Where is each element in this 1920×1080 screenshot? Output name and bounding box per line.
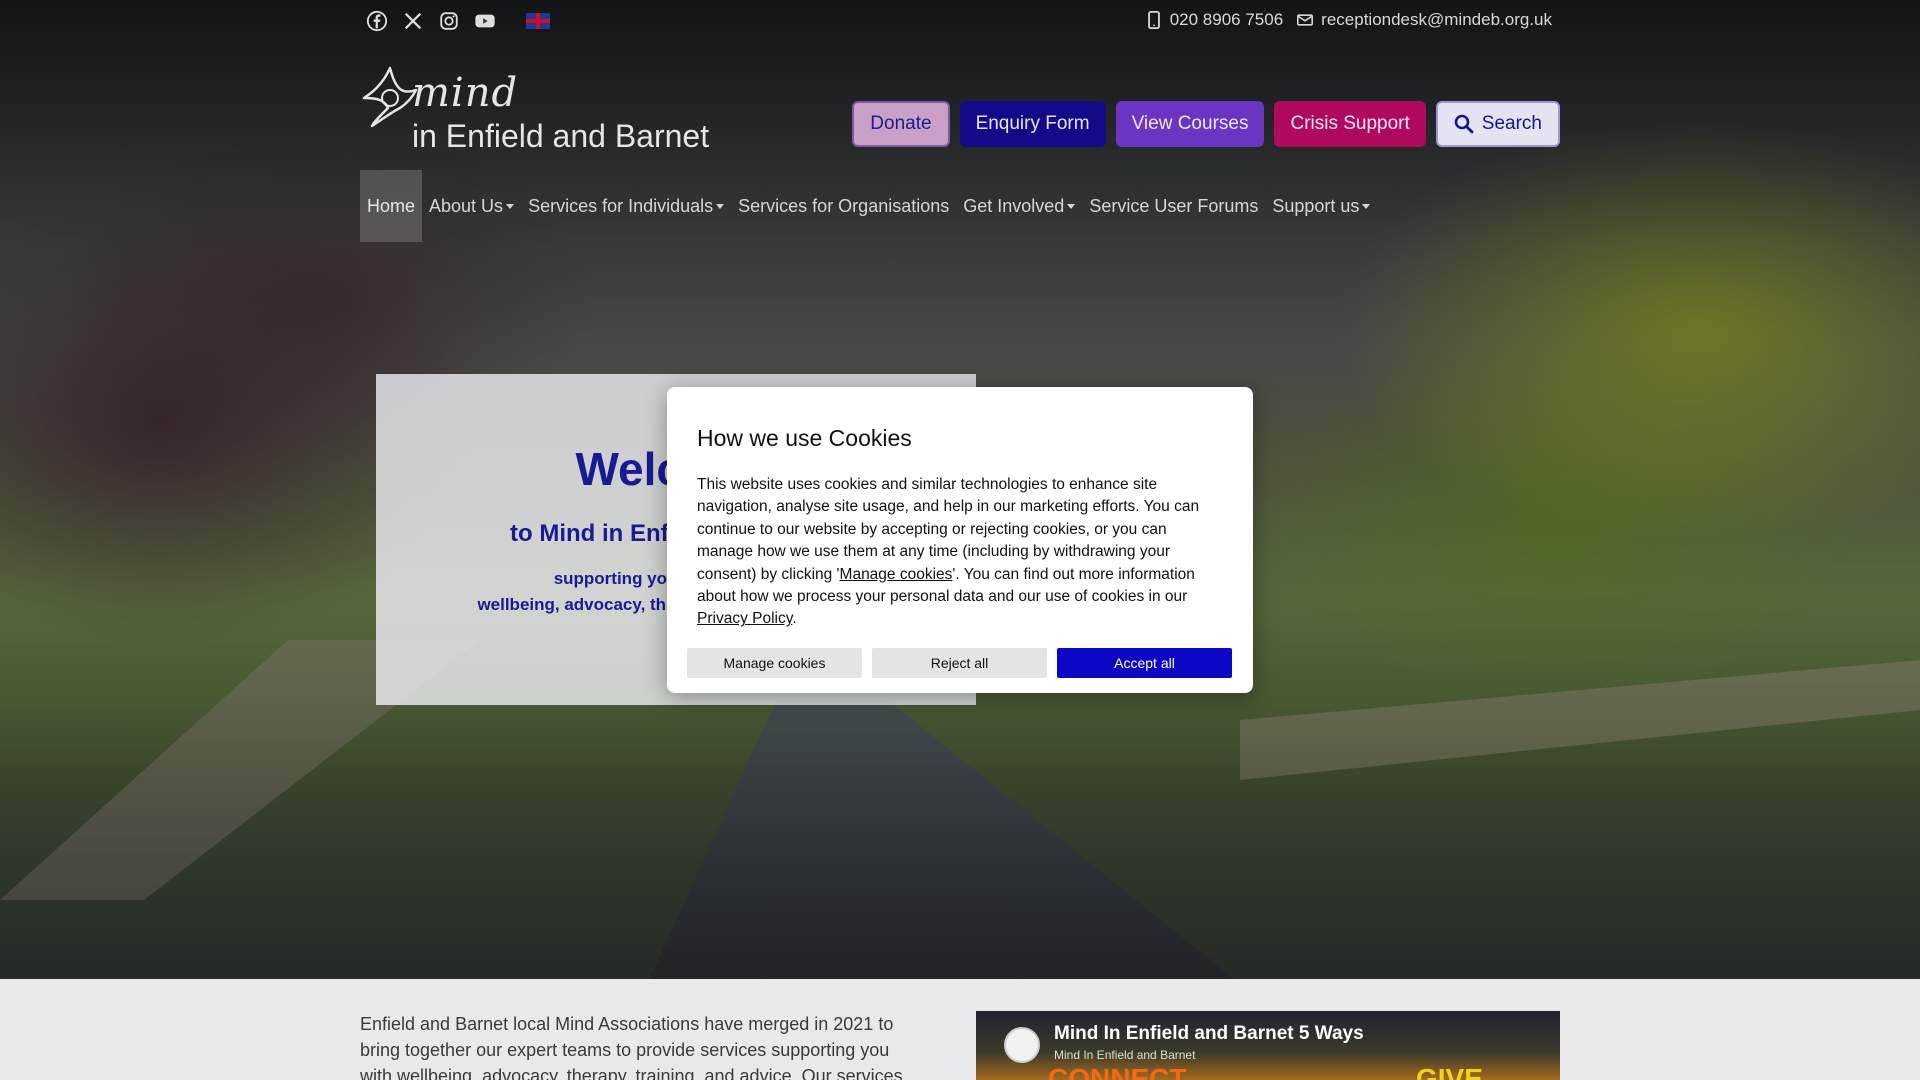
instagram-icon[interactable] [438, 10, 460, 32]
caret-down-icon [1067, 203, 1076, 209]
nav-forums-label: Service User Forums [1089, 195, 1259, 216]
youtube-icon[interactable] [474, 10, 496, 32]
main-nav: Home About Us Services for Individuals S… [360, 170, 1377, 242]
nav-organisations-label: Services for Organisations [738, 195, 950, 216]
reject-all-button[interactable]: Reject all [872, 648, 1047, 678]
donate-button-label: Donate [870, 113, 932, 134]
contact-info: 020 8906 7506 receptiondesk@mindeb.org.u… [1146, 10, 1552, 30]
nav-item-home[interactable]: Home [360, 170, 423, 242]
video-thumbnail-word-2: GIVE [1416, 1063, 1483, 1080]
uk-flag-icon[interactable] [526, 13, 550, 29]
nav-item-services-individuals[interactable]: Services for Individuals [521, 170, 731, 242]
cookie-text-part3: . [792, 610, 797, 628]
view-courses-button[interactable]: View Courses [1115, 101, 1265, 147]
email-address[interactable]: receptiondesk@mindeb.org.uk [1321, 10, 1552, 30]
nav-home-label: Home [367, 195, 416, 216]
intro-section: Enfield and Barnet local Mind Associatio… [0, 979, 1920, 1080]
video-thumbnail-word-1: CONNECT [1048, 1063, 1187, 1080]
accept-all-button[interactable]: Accept all [1057, 648, 1232, 678]
nav-support-label: Support us [1272, 195, 1360, 216]
cookie-dialog-buttons: Manage cookies Reject all Accept all [687, 648, 1232, 678]
nav-item-services-organisations[interactable]: Services for Organisations [731, 170, 956, 242]
nav-item-about-us[interactable]: About Us [422, 170, 521, 242]
caret-down-icon [506, 203, 515, 209]
envelope-icon [1297, 14, 1314, 26]
enquiry-form-button[interactable]: Enquiry Form [959, 101, 1106, 147]
intro-text: Enfield and Barnet local Mind Associatio… [360, 1014, 903, 1080]
donate-button[interactable]: Donate [852, 101, 950, 147]
video-channel[interactable]: Mind In Enfield and Barnet [1054, 1048, 1195, 1062]
logo-subtitle: in Enfield and Barnet [412, 118, 710, 154]
mobile-phone-icon [1147, 11, 1160, 29]
header-actions: Donate Enquiry Form View Courses Crisis … [852, 101, 1560, 147]
x-twitter-icon[interactable] [402, 10, 424, 32]
channel-avatar[interactable] [1004, 1027, 1040, 1063]
caret-down-icon [1362, 203, 1371, 209]
mind-star-icon [362, 66, 418, 128]
facebook-icon[interactable] [366, 10, 388, 32]
caret-down-icon [716, 203, 725, 209]
view-courses-button-label: View Courses [1131, 113, 1249, 134]
logo-mind-text: mind [412, 70, 519, 116]
top-bar: 020 8906 7506 receptiondesk@mindeb.org.u… [0, 0, 1920, 44]
video-embed[interactable]: Mind In Enfield and Barnet 5 Ways Mind I… [976, 1011, 1560, 1080]
nav-individuals-label: Services for Individuals [528, 195, 714, 216]
crisis-support-button[interactable]: Crisis Support [1274, 101, 1426, 147]
cookie-dialog-title: How we use Cookies [697, 425, 912, 451]
nav-item-support-us[interactable]: Support us [1265, 170, 1377, 242]
crisis-support-button-label: Crisis Support [1290, 113, 1410, 134]
video-title[interactable]: Mind In Enfield and Barnet 5 Ways [1054, 1023, 1364, 1045]
privacy-policy-link[interactable]: Privacy Policy [697, 610, 792, 627]
manage-cookies-link[interactable]: Manage cookies [840, 566, 953, 583]
search-button-label: Search [1481, 113, 1542, 134]
nav-item-service-user-forums[interactable]: Service User Forums [1082, 170, 1265, 242]
cookie-consent-dialog: How we use Cookies This website uses coo… [667, 387, 1253, 693]
cookie-dialog-body: This website uses cookies and similar te… [697, 474, 1217, 631]
site-logo[interactable]: mind in Enfield and Barnet [360, 64, 720, 160]
phone-contact[interactable]: 020 8906 7506 [1146, 10, 1283, 30]
phone-number[interactable]: 020 8906 7506 [1170, 10, 1283, 30]
nav-involved-label: Get Involved [963, 195, 1065, 216]
search-button[interactable]: Search [1435, 101, 1560, 147]
nav-item-get-involved[interactable]: Get Involved [956, 170, 1082, 242]
nav-about-label: About Us [429, 195, 504, 216]
manage-cookies-button[interactable]: Manage cookies [687, 648, 862, 678]
social-links [366, 10, 550, 32]
search-icon [1454, 114, 1474, 134]
email-contact[interactable]: receptiondesk@mindeb.org.uk [1297, 10, 1552, 30]
enquiry-form-button-label: Enquiry Form [975, 113, 1090, 134]
